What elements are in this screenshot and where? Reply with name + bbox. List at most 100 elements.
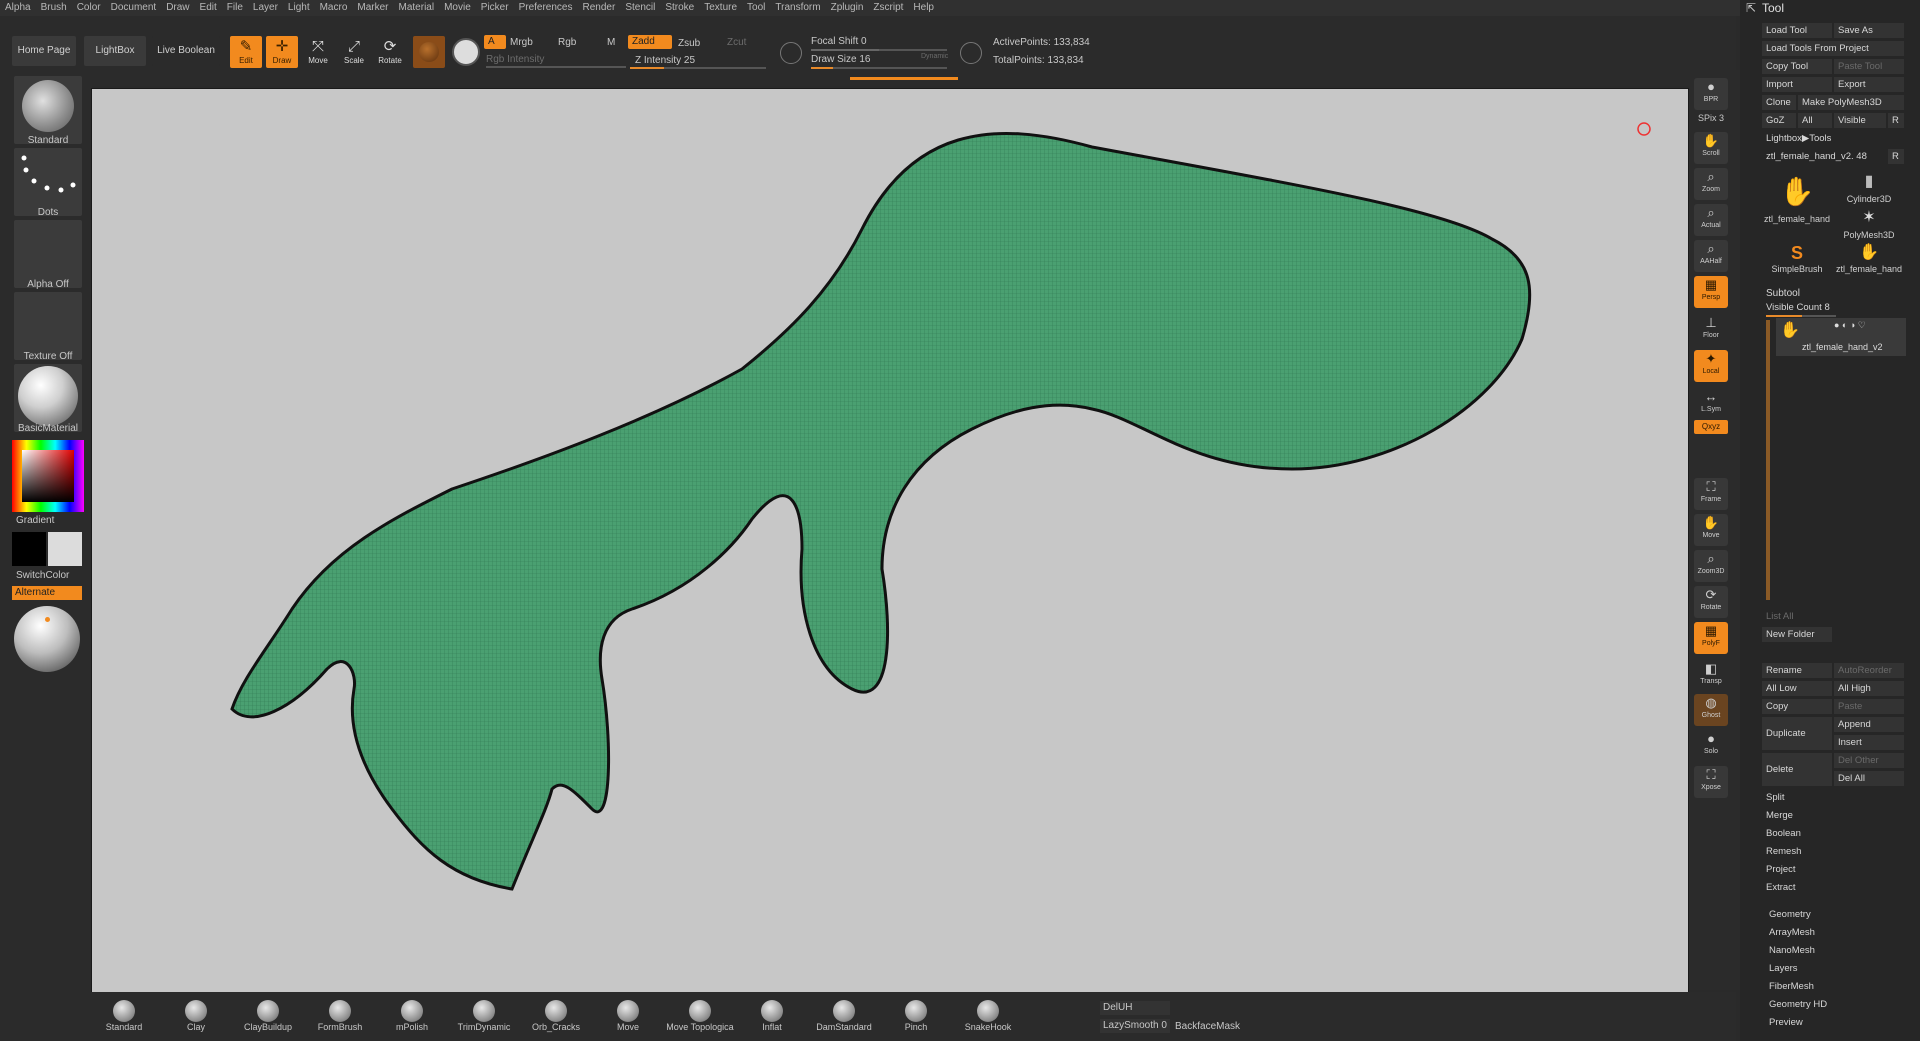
move-mode-button[interactable]: ⤧ Move bbox=[302, 36, 334, 68]
menu-edit[interactable]: Edit bbox=[195, 0, 222, 15]
menu-tool[interactable]: Tool bbox=[742, 0, 770, 15]
brush-inflat[interactable]: Inflat bbox=[736, 1000, 808, 1032]
menu-preferences[interactable]: Preferences bbox=[514, 0, 578, 15]
insert-button[interactable]: Insert bbox=[1834, 735, 1904, 750]
tool-pin-icon[interactable]: ⇱ bbox=[1746, 1, 1756, 15]
a-toggle[interactable]: A bbox=[484, 35, 506, 49]
project-menu[interactable]: Project bbox=[1762, 862, 1904, 877]
current-tool-r-button[interactable]: R bbox=[1888, 149, 1904, 164]
main-color-swatch[interactable] bbox=[12, 532, 46, 566]
layers-section[interactable]: Layers bbox=[1769, 963, 1798, 974]
tool-thumb-polymesh[interactable]: ✶ PolyMesh3D bbox=[1834, 206, 1904, 240]
polyf-button[interactable]: ▦ PolyF bbox=[1694, 622, 1728, 654]
draw-size-icon[interactable] bbox=[960, 42, 982, 64]
import-button[interactable]: Import bbox=[1762, 77, 1832, 92]
subtool-item[interactable]: ✋ ● ◐ ◑ ♡ ztl_female_hand_v2 bbox=[1776, 318, 1906, 356]
subtool-visibility-icons[interactable]: ● ◐ ◑ ♡ bbox=[1834, 320, 1866, 331]
arraymesh-section[interactable]: ArrayMesh bbox=[1769, 927, 1815, 938]
menu-macro[interactable]: Macro bbox=[315, 0, 353, 15]
spix-slider[interactable]: SPix 3 bbox=[1694, 113, 1728, 123]
autoreorder-button[interactable]: AutoReorder bbox=[1834, 663, 1904, 678]
menu-alpha[interactable]: Alpha bbox=[0, 0, 36, 15]
brush-standard[interactable]: Standard bbox=[88, 1000, 160, 1032]
focal-shift-icon[interactable] bbox=[780, 42, 802, 64]
aahalf-button[interactable]: ⌕ AAHalf bbox=[1694, 240, 1728, 272]
live-boolean-button[interactable]: Live Boolean bbox=[152, 36, 220, 66]
list-all-button[interactable]: List All bbox=[1762, 609, 1832, 624]
zoom-button[interactable]: ⌕ Zoom bbox=[1694, 168, 1728, 200]
paste-tool-button[interactable]: Paste Tool bbox=[1834, 59, 1904, 74]
focal-shift-track[interactable] bbox=[811, 49, 947, 51]
geometry-hd-section[interactable]: Geometry HD bbox=[1769, 999, 1827, 1010]
make-polymesh-button[interactable]: Make PolyMesh3D bbox=[1798, 95, 1904, 110]
del-other-button[interactable]: Del Other bbox=[1834, 753, 1904, 768]
ssp-icon[interactable] bbox=[452, 38, 480, 66]
rgb-intensity-slider[interactable]: Rgb Intensity bbox=[486, 54, 544, 65]
append-button[interactable]: Append bbox=[1834, 717, 1904, 732]
clone-button[interactable]: Clone bbox=[1762, 95, 1796, 110]
brush-selector[interactable] bbox=[14, 76, 82, 144]
z-intensity-track[interactable] bbox=[630, 67, 766, 69]
visible-count-track[interactable] bbox=[1766, 315, 1836, 317]
load-from-project-button[interactable]: Load Tools From Project bbox=[1762, 41, 1904, 56]
rgb-toggle[interactable]: Rgb bbox=[558, 37, 576, 48]
focal-shift-slider[interactable]: Focal Shift 0 bbox=[811, 36, 867, 47]
tool-thumb-hand[interactable]: ✋ ztl_female_hand bbox=[1762, 170, 1832, 234]
rotate-mode-button[interactable]: ⟳ Rotate bbox=[374, 36, 406, 68]
del-all-button[interactable]: Del All bbox=[1834, 771, 1904, 786]
move-view-button[interactable]: ✋ Move bbox=[1694, 514, 1728, 546]
menu-material[interactable]: Material bbox=[394, 0, 440, 15]
secondary-color-swatch[interactable] bbox=[48, 532, 82, 566]
menu-render[interactable]: Render bbox=[578, 0, 621, 15]
menu-stencil[interactable]: Stencil bbox=[620, 0, 660, 15]
transp-button[interactable]: ◧ Transp bbox=[1694, 660, 1728, 692]
tool-thumb-simplebrush[interactable]: S SimpleBrush bbox=[1762, 242, 1832, 276]
menu-transform[interactable]: Transform bbox=[770, 0, 825, 15]
stroke-selector[interactable] bbox=[14, 148, 82, 216]
split-menu[interactable]: Split bbox=[1762, 790, 1904, 805]
all-high-button[interactable]: All High bbox=[1834, 681, 1904, 696]
copy-tool-button[interactable]: Copy Tool bbox=[1762, 59, 1832, 74]
menu-zplugin[interactable]: Zplugin bbox=[826, 0, 869, 15]
load-tool-button[interactable]: Load Tool bbox=[1762, 23, 1832, 38]
goz-button[interactable]: GoZ bbox=[1762, 113, 1796, 128]
export-button[interactable]: Export bbox=[1834, 77, 1904, 92]
zadd-toggle[interactable]: Zadd bbox=[628, 35, 672, 49]
lazysmooth-slider[interactable]: LazySmooth 0 bbox=[1100, 1019, 1170, 1033]
brush-move-topological[interactable]: Move Topologica bbox=[664, 1000, 736, 1032]
menu-marker[interactable]: Marker bbox=[352, 0, 393, 15]
tool-thumb-hand-2[interactable]: ✋ ztl_female_hand bbox=[1834, 242, 1904, 276]
remesh-menu[interactable]: Remesh bbox=[1762, 844, 1904, 859]
menu-help[interactable]: Help bbox=[908, 0, 939, 15]
subtool-section-title[interactable]: Subtool bbox=[1766, 288, 1800, 299]
menu-texture[interactable]: Texture bbox=[699, 0, 742, 15]
brush-snakehook[interactable]: SnakeHook bbox=[952, 1000, 1024, 1032]
delete-button[interactable]: Delete bbox=[1762, 753, 1832, 786]
rgb-intensity-track[interactable] bbox=[486, 66, 626, 68]
menu-stroke[interactable]: Stroke bbox=[660, 0, 699, 15]
menu-brush[interactable]: Brush bbox=[36, 0, 72, 15]
geometry-section[interactable]: Geometry bbox=[1769, 909, 1811, 920]
menu-zscript[interactable]: Zscript bbox=[868, 0, 908, 15]
alpha-selector[interactable] bbox=[14, 220, 82, 288]
actual-button[interactable]: ⌕ Actual bbox=[1694, 204, 1728, 236]
scale-mode-button[interactable]: ⤢ Scale bbox=[338, 36, 370, 68]
backface-mask-toggle[interactable]: BackfaceMask bbox=[1175, 1021, 1240, 1032]
goz-visible-button[interactable]: Visible bbox=[1834, 113, 1886, 128]
draw-size-slider[interactable]: Draw Size 16 bbox=[811, 54, 870, 65]
tool-thumb-cylinder[interactable]: ▮ Cylinder3D bbox=[1834, 170, 1904, 204]
floor-button[interactable]: ⊥ Floor bbox=[1694, 314, 1728, 346]
current-tool-slider[interactable]: ztl_female_hand_v2. 48 bbox=[1762, 149, 1886, 164]
lightbox-tools-button[interactable]: Lightbox▶Tools bbox=[1762, 131, 1904, 146]
zcut-toggle[interactable]: Zcut bbox=[727, 37, 746, 48]
extract-menu[interactable]: Extract bbox=[1762, 880, 1904, 895]
brush-trimdynamic[interactable]: TrimDynamic bbox=[448, 1000, 520, 1032]
merge-menu[interactable]: Merge bbox=[1762, 808, 1904, 823]
menu-movie[interactable]: Movie bbox=[439, 0, 476, 15]
goz-r-button[interactable]: R bbox=[1888, 113, 1904, 128]
persp-button[interactable]: ▦ Persp bbox=[1694, 276, 1728, 308]
material-swatch-button[interactable] bbox=[413, 36, 445, 68]
save-as-button[interactable]: Save As bbox=[1834, 23, 1904, 38]
menu-light[interactable]: Light bbox=[283, 0, 315, 15]
local-button[interactable]: ✦ Local bbox=[1694, 350, 1728, 382]
